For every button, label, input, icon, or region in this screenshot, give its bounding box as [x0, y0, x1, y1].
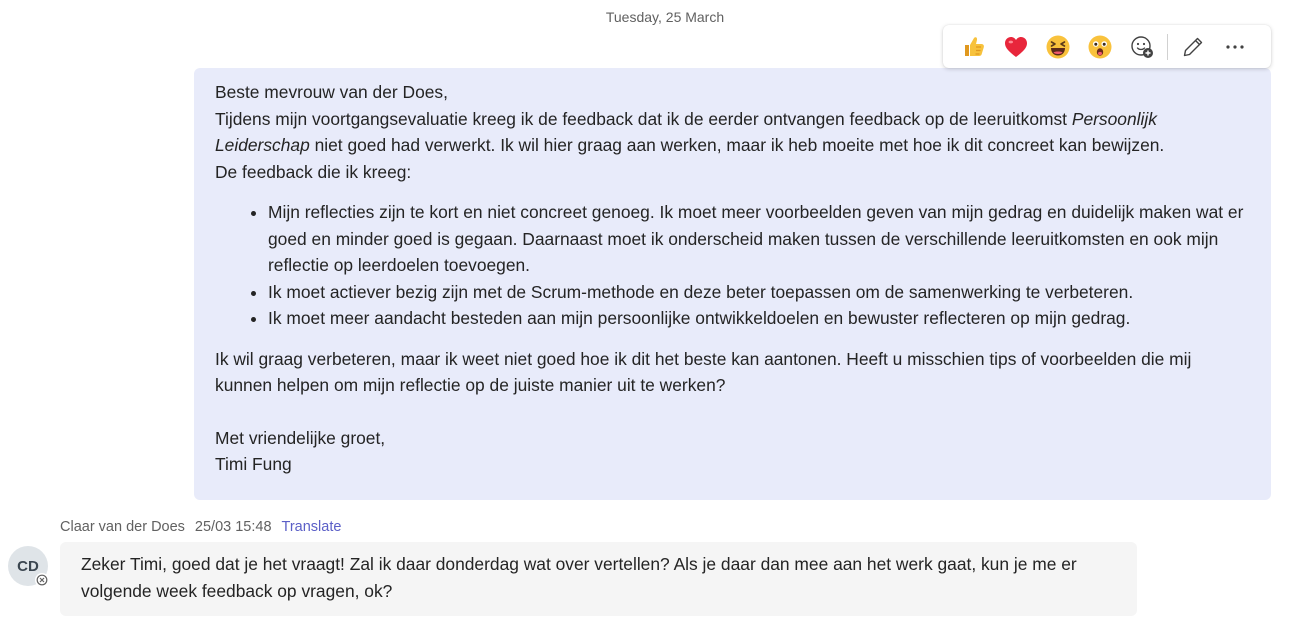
feedback-intro: De feedback die ik kreeg:: [215, 161, 412, 182]
sender-name: Claar van der Does: [60, 519, 185, 535]
feedback-list: Mijn reflecties zijn te kort en niet con…: [215, 199, 1249, 332]
more-options-icon: [1226, 44, 1244, 49]
heart-emoji-icon: [1005, 36, 1027, 57]
message-greeting: Beste mevrouw van der Does,: [215, 82, 448, 102]
feedback-item: Ik moet actiever bezig zijn met de Scrum…: [268, 279, 1249, 306]
signature: Timi Fung: [215, 454, 292, 474]
heart-reaction-button[interactable]: [995, 27, 1037, 67]
laugh-emoji-icon: [1046, 35, 1070, 58]
reply-text: Zeker Timi, goed dat je het vraagt! Zal …: [81, 554, 1077, 601]
intro-text-end: niet goed had verwerkt. Ik wil hier graa…: [309, 135, 1165, 155]
like-emoji-icon: [965, 36, 984, 56]
intro-text: Tijdens mijn voortgangsevaluatie kreeg i…: [215, 108, 1072, 129]
add-reaction-icon: [1131, 35, 1153, 58]
message-timestamp: 25/03 15:48: [194, 519, 272, 535]
add-reaction-button[interactable]: [1121, 27, 1163, 67]
edit-icon: [1183, 37, 1203, 56]
feedback-item: Ik moet meer aandacht besteden aan mijn …: [268, 305, 1249, 332]
date-divider: Tuesday, 25 March: [605, 9, 725, 25]
closing-paragraph: Ik wil graag verbeteren, maar ik weet ni…: [215, 348, 1192, 396]
sign-off: Met vriendelijke groet,: [215, 427, 386, 448]
message-intro: Tijdens mijn voortgangsevaluatie kreeg i…: [215, 106, 1249, 159]
translate-link[interactable]: Translate: [282, 519, 342, 535]
reaction-bar-divider: [1167, 33, 1168, 60]
message-reaction-bar: [943, 25, 1271, 68]
own-message-bubble[interactable]: Beste mevrouw van der Does, Tijdens mijn…: [194, 68, 1271, 500]
more-options-button[interactable]: [1214, 27, 1256, 67]
edit-message-button[interactable]: [1172, 27, 1214, 67]
presence-offline-icon: [35, 573, 49, 587]
like-reaction-button[interactable]: [953, 27, 995, 67]
reply-meta: Claar van der Does 25/03 15:48 Translate: [60, 519, 341, 535]
feedback-item: Mijn reflecties zijn te kort en niet con…: [268, 199, 1249, 279]
surprised-emoji-icon: [1088, 35, 1112, 58]
laugh-reaction-button[interactable]: [1037, 27, 1079, 67]
surprised-reaction-button[interactable]: [1079, 27, 1121, 67]
reply-message-bubble[interactable]: Zeker Timi, goed dat je het vraagt! Zal …: [60, 542, 1137, 616]
